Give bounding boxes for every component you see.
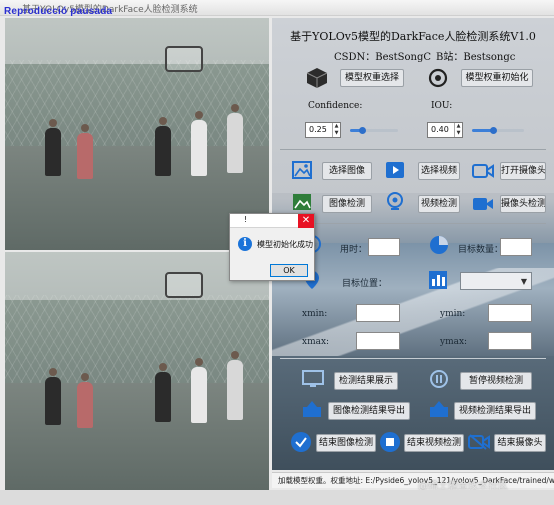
iou-label: IOU: xyxy=(431,101,453,111)
person-figure xyxy=(155,117,171,176)
divider xyxy=(280,223,546,224)
iou-slider-handle[interactable] xyxy=(490,127,497,134)
person-figure xyxy=(45,368,61,425)
divider xyxy=(280,358,546,359)
person-figure xyxy=(227,351,243,420)
app-title: 基于YOLOv5模型的DarkFace人脸检测系统V1.0 xyxy=(290,30,536,43)
show-results-button[interactable]: 检测结果展示 xyxy=(334,372,398,390)
ok-button[interactable]: OK xyxy=(270,264,308,277)
person-figure xyxy=(227,104,243,173)
bar-chart-icon xyxy=(428,270,448,293)
end-image-icon xyxy=(290,431,312,456)
detection-result-pane xyxy=(5,252,269,490)
ymax-label: ymax: xyxy=(440,337,468,347)
info-icon: i xyxy=(238,237,252,251)
time-label: 用时： xyxy=(340,245,368,255)
spin-arrows-icon[interactable]: ▲ ▼ xyxy=(454,123,462,137)
pause-icon xyxy=(429,369,449,392)
camera-detect-button[interactable]: 摄像头检测 xyxy=(500,195,546,213)
gear-icon xyxy=(427,67,449,92)
status-bar: 加载模型权重。权重地址: E:/Pyside6_yolov5_121/yolov… xyxy=(272,472,554,488)
confidence-spinbox[interactable]: 0.25 ▲ ▼ xyxy=(305,122,341,138)
person-figure xyxy=(77,124,93,179)
csdn-label: CSDN：BestSongC xyxy=(334,52,432,63)
cube-icon xyxy=(306,67,328,92)
end-camera-button[interactable]: 结束摄像头 xyxy=(494,434,546,452)
image-icon xyxy=(292,161,312,182)
export-video-results-button[interactable]: 视频检测结果导出 xyxy=(454,402,536,420)
basketball-hoop-icon xyxy=(165,272,203,298)
image-detect-button[interactable]: 图像检测 xyxy=(322,195,372,213)
chevron-down-icon: ▼ xyxy=(520,277,527,286)
confidence-value: 0.25 xyxy=(309,125,327,134)
person-figure xyxy=(45,119,61,176)
display-icon xyxy=(302,370,324,391)
end-video-icon xyxy=(379,431,401,456)
end-video-detect-button[interactable]: 结束视频检测 xyxy=(404,434,464,452)
person-figure xyxy=(77,373,93,428)
init-success-dialog: ! ✕ i 模型初始化成功 OK xyxy=(229,213,315,281)
playback-overlay-caption: Reproducció pausada xyxy=(4,6,113,17)
xmin-label: xmin: xyxy=(302,309,328,319)
init-weights-button[interactable]: 模型权重初始化 xyxy=(461,69,533,87)
target-position-label: 目标位置： xyxy=(342,279,388,289)
video-file-icon xyxy=(385,161,405,182)
time-value-field xyxy=(368,238,400,256)
bottom-strip xyxy=(0,490,554,505)
pie-chart-icon xyxy=(428,234,450,259)
export-image-icon xyxy=(302,400,322,421)
confidence-label: Confidence: xyxy=(308,101,363,111)
close-icon[interactable]: ✕ xyxy=(298,214,314,228)
target-count-label: 目标数量： xyxy=(458,245,504,255)
select-weights-button[interactable]: 模型权重选择 xyxy=(340,69,404,87)
xmax-field xyxy=(356,332,400,350)
export-video-icon xyxy=(429,400,449,421)
iou-spinbox[interactable]: 0.40 ▲ ▼ xyxy=(427,122,463,138)
basketball-hoop-icon xyxy=(165,46,203,72)
ymin-field xyxy=(488,304,532,322)
iou-value: 0.40 xyxy=(431,125,449,134)
spin-arrows-icon[interactable]: ▲ ▼ xyxy=(332,123,340,137)
select-image-button[interactable]: 选择图像 xyxy=(322,162,372,180)
dialog-title: ! xyxy=(244,215,248,224)
person-figure xyxy=(191,111,207,176)
video-detect-button[interactable]: 视频检测 xyxy=(418,195,460,213)
camera-filled-icon xyxy=(472,196,494,215)
pause-video-button[interactable]: 暂停视频检测 xyxy=(460,372,532,390)
target-select-combo[interactable]: ▼ xyxy=(460,272,532,290)
ymax-field xyxy=(488,332,532,350)
iou-slider[interactable] xyxy=(472,127,524,134)
divider xyxy=(280,149,546,150)
camera-outline-icon xyxy=(472,163,494,182)
confidence-slider-handle[interactable] xyxy=(359,127,366,134)
xmax-label: xmax: xyxy=(302,337,330,347)
select-video-button[interactable]: 选择视频 xyxy=(418,162,460,180)
end-image-detect-button[interactable]: 结束图像检测 xyxy=(316,434,376,452)
target-count-field xyxy=(500,238,532,256)
open-camera-button[interactable]: 打开摄像头 xyxy=(500,162,546,180)
export-image-results-button[interactable]: 图像检测结果导出 xyxy=(328,402,410,420)
dialog-titlebar: ! ✕ xyxy=(230,214,314,228)
dialog-message: 模型初始化成功 xyxy=(257,240,313,249)
image-detect-icon xyxy=(292,193,312,214)
person-figure xyxy=(191,358,207,423)
ymin-label: ymin: xyxy=(440,309,466,319)
person-figure xyxy=(155,363,171,422)
webcam-icon xyxy=(385,192,405,215)
camera-off-icon xyxy=(468,433,490,454)
confidence-slider[interactable] xyxy=(350,127,398,134)
xmin-field xyxy=(356,304,400,322)
bilibili-label: B站：Bestsongc xyxy=(436,52,516,63)
